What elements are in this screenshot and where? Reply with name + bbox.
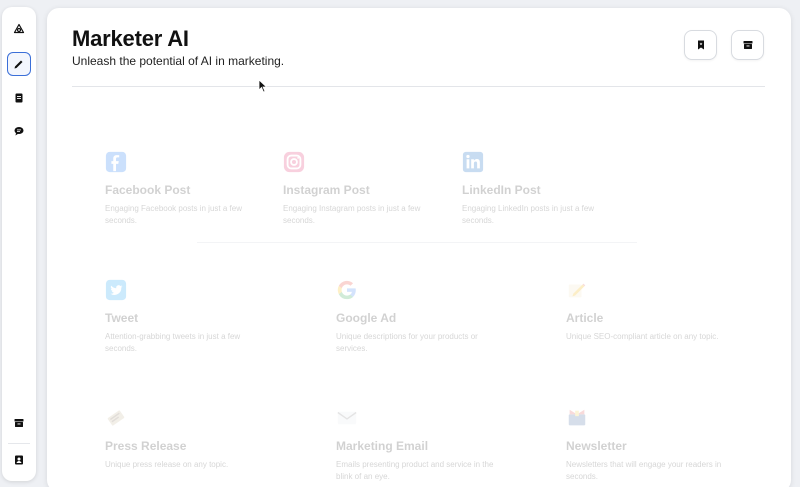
google-icon <box>337 280 356 300</box>
main-panel: Marketer AI Unleash the potential of AI … <box>47 8 791 487</box>
sidebar-item-profile[interactable] <box>7 448 31 472</box>
card-article[interactable]: Article Unique SEO-compliant article on … <box>566 279 746 343</box>
sidebar-item-documents[interactable] <box>7 86 31 110</box>
card-description: Engaging Instagram posts in just a few s… <box>283 204 421 225</box>
document-icon <box>15 93 23 103</box>
card-title: Google Ad <box>336 311 397 325</box>
card-linkedin-post[interactable]: LinkedIn Post Engaging LinkedIn posts in… <box>462 151 642 227</box>
card-title: Instagram Post <box>283 183 370 197</box>
card-title: LinkedIn Post <box>462 183 541 197</box>
instagram-icon <box>283 151 305 173</box>
card-press-release[interactable]: Press Release Unique press release on an… <box>105 407 285 471</box>
card-title: Newsletter <box>566 439 627 453</box>
newsletter-icon <box>568 409 586 426</box>
press-release-icon <box>107 410 125 426</box>
card-tweet[interactable]: Tweet Attention-grabbing tweets in just … <box>105 279 285 355</box>
twitter-icon <box>105 279 127 301</box>
card-google-ad[interactable]: Google Ad Unique descriptions for your p… <box>336 279 516 355</box>
mouse-cursor-icon <box>258 79 268 93</box>
archive-icon <box>743 41 752 49</box>
sidebar <box>2 7 36 481</box>
card-facebook-post[interactable]: Facebook Post Engaging Facebook posts in… <box>105 151 285 227</box>
page-title: Marketer AI <box>72 26 189 51</box>
card-description: Newsletters that will engage your reader… <box>566 460 722 481</box>
card-description: Unique press release on any topic. <box>105 460 229 469</box>
pencil-icon <box>14 60 23 69</box>
card-title: Facebook Post <box>105 183 191 197</box>
saved-button[interactable] <box>684 30 717 60</box>
card-description: Unique SEO-compliant article on any topi… <box>566 332 719 341</box>
chat-icon <box>14 127 24 136</box>
linkedin-icon <box>462 151 484 173</box>
archive-icon <box>14 419 24 427</box>
card-marketing-email[interactable]: Marketing Email Emails presenting produc… <box>336 407 516 483</box>
page-subtitle: Unleash the potential of AI in marketing… <box>72 54 285 68</box>
card-description: Emails presenting product and service in… <box>336 460 494 481</box>
card-instagram-post[interactable]: Instagram Post Engaging Instagram posts … <box>283 151 463 227</box>
bookmark-icon <box>697 40 704 50</box>
card-description: Engaging LinkedIn posts in just a few se… <box>462 204 595 225</box>
card-description: Attention-grabbing tweets in just a few … <box>105 332 241 353</box>
sidebar-item-write[interactable] <box>7 52 31 76</box>
card-description: Engaging Facebook posts in just a few se… <box>105 204 242 225</box>
row-divider <box>197 242 637 243</box>
facebook-icon <box>105 151 127 173</box>
sidebar-item-archive[interactable] <box>7 411 31 435</box>
card-title: Article <box>566 311 604 325</box>
sidebar-item-chat[interactable] <box>7 119 31 143</box>
header-divider <box>72 86 765 87</box>
archive-button[interactable] <box>731 30 764 60</box>
logo-icon[interactable] <box>7 17 31 41</box>
card-title: Tweet <box>105 311 139 325</box>
article-icon <box>568 283 586 298</box>
card-title: Marketing Email <box>336 439 429 453</box>
card-title: Press Release <box>105 439 187 453</box>
contact-icon <box>15 455 23 465</box>
card-newsletter[interactable]: Newsletter Newsletters that will engage … <box>566 407 746 483</box>
sidebar-divider <box>8 443 30 444</box>
card-description: Unique descriptions for your products or… <box>336 332 478 353</box>
email-icon <box>337 411 357 425</box>
